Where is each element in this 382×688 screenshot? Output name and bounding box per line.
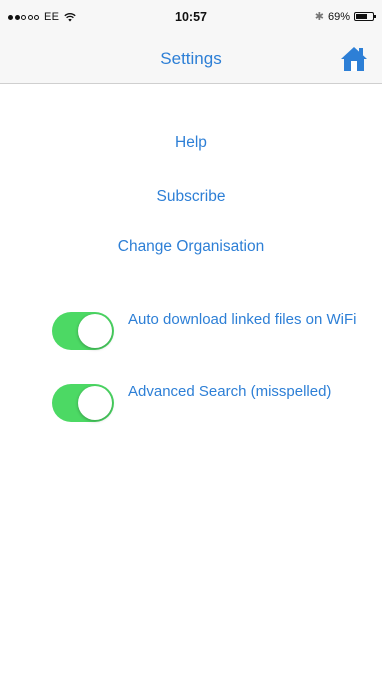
battery-icon [354, 12, 376, 21]
settings-screen: EE 10:57 ✱ 69% Settings Help Subscribe C… [0, 0, 382, 688]
auto-download-label: Auto download linked files on WiFi [128, 311, 357, 328]
status-bar: EE 10:57 ✱ 69% [0, 0, 382, 36]
home-button[interactable] [340, 46, 368, 72]
auto-download-setting: Auto download linked files on WiFi [52, 310, 372, 350]
home-icon [341, 47, 367, 71]
advanced-search-setting: Advanced Search (misspelled) [52, 382, 372, 422]
subscribe-link[interactable]: Subscribe [0, 188, 382, 206]
navigation-bar: Settings [0, 36, 382, 84]
bluetooth-icon: ✱ [314, 11, 324, 23]
auto-download-toggle[interactable] [52, 312, 114, 350]
status-right: ✱ 69% [314, 10, 376, 23]
page-title: Settings [160, 49, 222, 68]
advanced-search-label: Advanced Search (misspelled) [128, 383, 332, 400]
battery-percentage: 69% [327, 10, 350, 23]
change-organisation-link[interactable]: Change Organisation [0, 238, 382, 256]
toggle-knob [78, 386, 112, 420]
help-link[interactable]: Help [0, 134, 382, 152]
advanced-search-toggle[interactable] [52, 384, 114, 422]
toggle-knob [78, 314, 112, 348]
